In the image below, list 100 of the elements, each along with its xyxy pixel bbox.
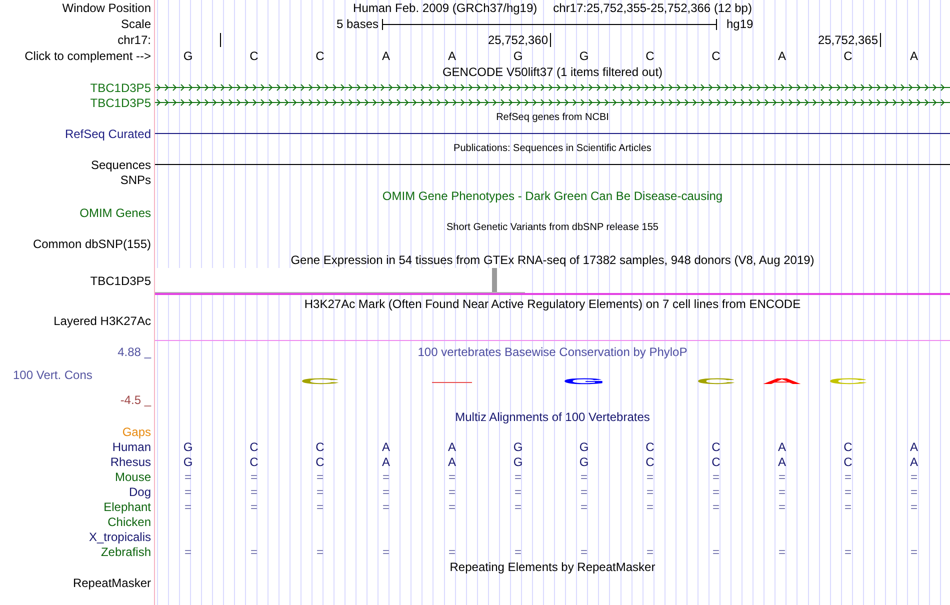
species-label[interactable]: Zebrafish (100, 544, 151, 558)
assembly-title: Human Feb. 2009 (GRCh37/hg19) (353, 1, 538, 15)
alignment-base: = (580, 500, 588, 514)
ruler-position: 25,752,360 (488, 33, 548, 47)
species-label[interactable]: Chicken (108, 514, 151, 528)
alignment-base: A (778, 454, 786, 468)
species-label[interactable]: Mouse (114, 470, 151, 484)
alignment-base: = (316, 544, 324, 558)
track-title: Short Genetic Variants from dbSNP release 155 (446, 221, 658, 235)
base-letter: A (382, 49, 390, 63)
alignment-base: A (910, 454, 918, 468)
alignment-base: C (844, 454, 852, 468)
alignment-base: G (579, 440, 589, 454)
ruler-tick (880, 33, 881, 47)
alignment-base: A (382, 454, 390, 468)
track-title: 100 vertebrates Basewise Conservation by PhyloP (416, 345, 688, 359)
track-title: OMIM Gene Phenotypes - Dark Green Can Be Disease-causing (382, 189, 723, 203)
position-range: chr17:25,752,355-25,752,366 (12 bp) (553, 1, 752, 15)
expression-bar (492, 268, 497, 292)
alignment-base: G (513, 440, 523, 454)
alignment-base: = (514, 500, 522, 514)
track-title: GENCODE V50lift37 (1 items filtered out) (442, 65, 663, 79)
alignment-base: = (382, 470, 390, 484)
track-label[interactable]: OMIM Genes (80, 206, 151, 220)
alignment-base: C (646, 440, 654, 454)
alignment-base: = (514, 470, 522, 484)
alignment-base: = (778, 500, 786, 514)
alignment-base: C (712, 440, 720, 454)
alignment-base: = (646, 544, 654, 558)
chromosome-label: chr17: (118, 33, 151, 47)
base-letter: A (778, 49, 786, 63)
species-label[interactable]: Rhesus (110, 454, 151, 468)
alignment-base: A (778, 440, 786, 454)
alignment-base: G (183, 440, 193, 454)
alignment-base: = (382, 484, 390, 498)
complement-link[interactable]: Click to complement --> (24, 49, 151, 63)
species-label[interactable]: Dog (128, 484, 151, 498)
species-label[interactable]: X_tropicalis (88, 530, 151, 544)
alignment-base: = (250, 544, 258, 558)
base-letter: G (579, 49, 589, 63)
alignment-base: = (712, 544, 720, 558)
window-position-label: Window Position (62, 1, 151, 15)
alignment-base: = (646, 470, 654, 484)
alignment-base: = (712, 500, 720, 514)
alignment-base: C (646, 454, 654, 468)
alignment-base: = (844, 544, 852, 558)
alignment-base: C (316, 440, 324, 454)
logo-letter: C (300, 376, 340, 386)
track-label[interactable]: RepeatMasker (72, 576, 151, 590)
alignment-base: = (316, 484, 324, 498)
base-letter: G (513, 49, 523, 63)
alignment-base: = (580, 484, 588, 498)
species-label[interactable]: Human (112, 440, 151, 454)
track-label[interactable]: Sequences (90, 158, 151, 172)
alignment-base: = (778, 484, 786, 498)
ruler-tick (550, 33, 551, 47)
track-label[interactable]: Common dbSNP(155) (32, 236, 151, 250)
track-title: H3K27Ac Mark (Often Found Near Active Regulatory Elements) on 7 cell lines from ENCODE (304, 297, 801, 311)
alignment-base: = (448, 500, 456, 514)
alignment-base: = (910, 484, 918, 498)
alignment-base: = (514, 544, 522, 558)
track-label[interactable]: Layered H3K27Ac (54, 314, 151, 328)
track-title: RefSeq genes from NCBI (496, 111, 609, 125)
alignment-base: C (316, 454, 324, 468)
ruler-position: 25,752,365 (818, 33, 878, 47)
alignment-base: = (712, 484, 720, 498)
track-title: Repeating Elements by RepeatMasker (450, 560, 656, 574)
track-label[interactable]: TBC1D3P5 (90, 96, 151, 110)
track-label[interactable]: TBC1D3P5 (90, 80, 151, 94)
species-label[interactable]: Elephant (104, 500, 151, 514)
scale-span-text: 5 bases (336, 17, 378, 31)
logo-letter: C (828, 376, 868, 386)
base-letter: C (844, 49, 852, 63)
ruler-tick (220, 33, 221, 47)
scale-label: Scale (120, 17, 151, 31)
track-title: Publications: Sequences in Scientific Articles (454, 142, 652, 156)
base-letter: C (250, 49, 258, 63)
alignment-base: = (316, 500, 324, 514)
alignment-base: = (448, 484, 456, 498)
base-letter: A (910, 49, 918, 63)
alignment-base: = (316, 470, 324, 484)
alignment-base: = (448, 544, 456, 558)
alignment-base: C (250, 454, 258, 468)
base-letter: C (646, 49, 654, 63)
alignment-base: = (184, 484, 192, 498)
base-letter: G (183, 49, 193, 63)
track-label[interactable]: 100 Vert. Cons (13, 368, 92, 382)
alignment-base: = (580, 470, 588, 484)
alignment-base: G (579, 454, 589, 468)
alignment-base: = (778, 544, 786, 558)
track-label[interactable]: TBC1D3P5 (90, 274, 151, 288)
track-label[interactable]: SNPs (120, 172, 151, 186)
alignment-base: C (844, 440, 852, 454)
alignment-base: = (184, 500, 192, 514)
alignment-base: = (844, 484, 852, 498)
alignment-base: = (844, 470, 852, 484)
alignment-base: = (910, 470, 918, 484)
track-label[interactable]: RefSeq Curated (64, 126, 151, 140)
alignment-base: = (250, 484, 258, 498)
logo-letter: C (696, 376, 736, 386)
